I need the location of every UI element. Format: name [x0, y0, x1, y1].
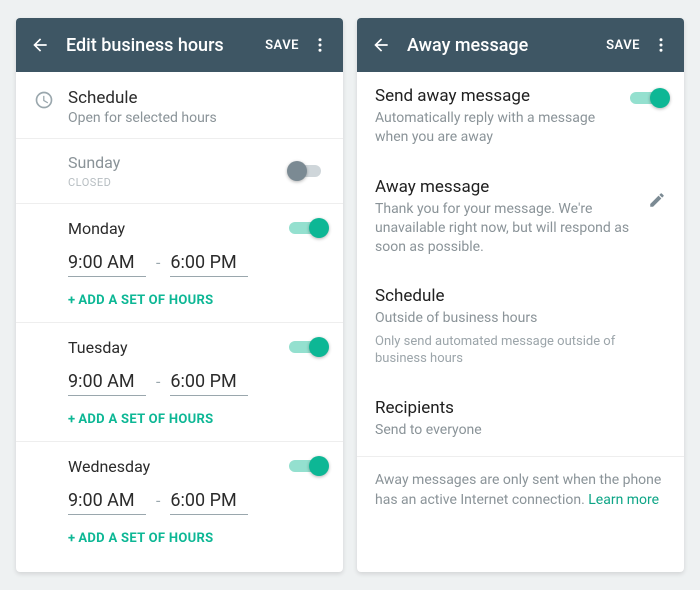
clock-icon: [34, 90, 54, 110]
section-away-message[interactable]: Away message Thank you for your message.…: [357, 163, 684, 273]
day-name: Tuesday: [68, 338, 128, 357]
start-time-input[interactable]: 9:00 AM: [68, 490, 146, 515]
add-hours-button[interactable]: +ADD A SET OF HOURS: [68, 531, 325, 546]
section-send-away[interactable]: Send away message Automatically reply wi…: [357, 72, 684, 163]
send-away-subtitle: Automatically reply with a message when …: [375, 109, 620, 147]
add-hours-button[interactable]: +ADD A SET OF HOURS: [68, 412, 325, 427]
day-name: Monday: [68, 219, 125, 238]
recipients-subtitle: Send to everyone: [375, 421, 666, 440]
more-button[interactable]: [307, 32, 333, 58]
section-schedule[interactable]: Schedule Outside of business hours Only …: [357, 272, 684, 384]
away-schedule-title: Schedule: [375, 286, 666, 306]
add-hours-button[interactable]: +ADD A SET OF HOURS: [68, 293, 325, 308]
right-content: Send away message Automatically reply wi…: [357, 72, 684, 572]
recipients-title: Recipients: [375, 398, 666, 418]
schedule-title: Schedule: [68, 88, 217, 108]
closed-label: CLOSED: [68, 176, 120, 189]
section-recipients[interactable]: Recipients Send to everyone: [357, 384, 684, 457]
time-dash: -: [154, 253, 162, 276]
away-schedule-subtitle: Outside of business hours: [375, 309, 666, 328]
appbar-title: Away message: [407, 35, 598, 56]
away-message-title: Away message: [375, 177, 638, 197]
hours-line: 9:00 AM - 6:00 PM: [68, 252, 325, 277]
schedule-header[interactable]: Schedule Open for selected hours: [16, 72, 343, 139]
learn-more-link[interactable]: Learn more: [588, 492, 659, 508]
time-dash: -: [154, 491, 162, 514]
section-footer-note: Away messages are only sent when the pho…: [357, 457, 684, 526]
day-toggle-tuesday[interactable]: [289, 337, 325, 357]
day-row-sunday: Sunday CLOSED: [16, 139, 343, 204]
more-vertical-icon: [311, 36, 329, 54]
back-button[interactable]: [371, 35, 399, 55]
start-time-input[interactable]: 9:00 AM: [68, 371, 146, 396]
more-button[interactable]: [648, 32, 674, 58]
schedule-subtitle: Open for selected hours: [68, 110, 217, 126]
time-dash: -: [154, 372, 162, 395]
end-time-input[interactable]: 6:00 PM: [170, 490, 248, 515]
appbar-right: Away message SAVE: [357, 18, 684, 72]
end-time-input[interactable]: 6:00 PM: [170, 371, 248, 396]
away-message-body: Thank you for your message. We're unavai…: [375, 200, 638, 257]
appbar-left: Edit business hours SAVE: [16, 18, 343, 72]
send-away-title: Send away message: [375, 86, 620, 106]
edit-button[interactable]: [648, 191, 666, 213]
back-button[interactable]: [30, 35, 58, 55]
end-time-input[interactable]: 6:00 PM: [170, 252, 248, 277]
day-name: Sunday: [68, 153, 120, 172]
away-schedule-note: Only send automated message outside of b…: [375, 334, 666, 368]
hours-line: 9:00 AM - 6:00 PM: [68, 371, 325, 396]
save-button[interactable]: SAVE: [257, 32, 307, 59]
business-hours-pane: Edit business hours SAVE Schedule Open f…: [16, 18, 343, 572]
day-row-tuesday: Tuesday 9:00 AM - 6:00 PM +ADD A SET OF …: [16, 323, 343, 442]
day-toggle-wednesday[interactable]: [289, 456, 325, 476]
plus-icon: +: [68, 412, 75, 427]
plus-icon: +: [68, 293, 75, 308]
day-toggle-sunday[interactable]: [289, 161, 325, 181]
send-away-toggle[interactable]: [630, 88, 666, 108]
pencil-icon: [648, 191, 666, 209]
arrow-left-icon: [30, 35, 50, 55]
save-button[interactable]: SAVE: [598, 32, 648, 59]
day-toggle-monday[interactable]: [289, 218, 325, 238]
hours-line: 9:00 AM - 6:00 PM: [68, 490, 325, 515]
plus-icon: +: [68, 531, 75, 546]
more-vertical-icon: [652, 36, 670, 54]
day-row-monday: Monday 9:00 AM - 6:00 PM +ADD A SET OF H…: [16, 204, 343, 323]
appbar-title: Edit business hours: [66, 35, 257, 56]
left-content: Schedule Open for selected hours Sunday …: [16, 72, 343, 572]
away-message-pane: Away message SAVE Send away message Auto…: [357, 18, 684, 572]
day-name: Wednesday: [68, 457, 150, 476]
day-row-wednesday: Wednesday 9:00 AM - 6:00 PM +ADD A SET O…: [16, 442, 343, 560]
arrow-left-icon: [371, 35, 391, 55]
start-time-input[interactable]: 9:00 AM: [68, 252, 146, 277]
